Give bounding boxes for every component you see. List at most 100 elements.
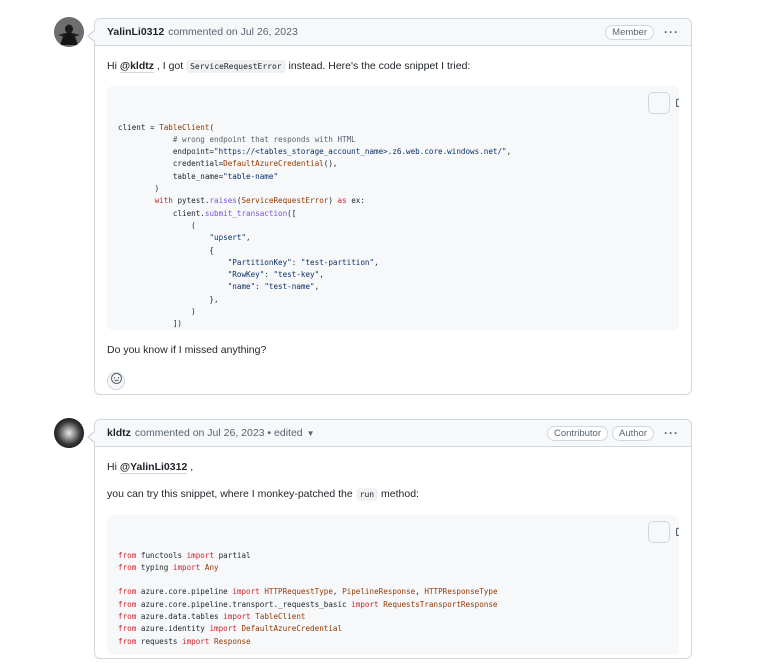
copy-button[interactable] — [648, 92, 679, 114]
add-reaction-button[interactable] — [107, 372, 125, 390]
code-token: ( — [118, 220, 196, 230]
mention-link[interactable]: @kldtz — [119, 60, 154, 73]
code-token: : — [255, 282, 265, 292]
copy-icon — [630, 86, 679, 123]
copy-button[interactable] — [648, 521, 679, 543]
code-token: ex: — [346, 196, 365, 206]
code-line: credential=DefaultAzureCredential(), — [118, 158, 668, 170]
code-block-2: from functools import partial from typing… — [107, 515, 679, 655]
code-token: PipelineResponse — [342, 587, 416, 597]
code-token: , — [332, 587, 343, 597]
code-token: from — [118, 562, 137, 572]
code-line: client.submit_transaction([ — [118, 208, 668, 220]
code-line: with pytest.raises(ServiceRequestError) … — [118, 195, 668, 207]
member-badge: Member — [605, 24, 654, 40]
code-token: , — [506, 147, 512, 157]
contributor-badge: Contributor — [547, 425, 608, 441]
code-token: TableClient — [255, 612, 306, 622]
code-content: client = TableClient( # wrong endpoint t… — [118, 122, 668, 330]
code-token: import — [232, 587, 260, 597]
code-token: # wrong endpoint that responds with HTML — [172, 134, 356, 144]
code-token: , — [374, 257, 379, 267]
body-text: , I got — [156, 60, 184, 72]
code-token: ServiceRequestError — [241, 196, 329, 206]
code-token: ( — [209, 122, 215, 132]
code-line: "upsert", — [118, 232, 668, 244]
code-token: "PartitionKey" — [227, 257, 292, 267]
code-token: azure.core.pipeline — [136, 587, 233, 597]
code-token: DefaultAzureCredential — [241, 624, 343, 634]
code-token: "https://<tables_storage_account_name>.z… — [214, 147, 507, 157]
code-line: from azure.core.pipeline.transport._requ… — [118, 599, 668, 611]
code-token: Response — [214, 636, 251, 646]
code-token: with — [154, 196, 173, 206]
code-token: import — [209, 624, 237, 634]
smiley-icon — [110, 373, 122, 389]
code-token: ]) — [118, 319, 183, 329]
code-token: ) — [328, 196, 338, 206]
code-token: client = — [118, 122, 160, 132]
body-text: , — [190, 461, 194, 473]
avatar-yalinli0312[interactable] — [54, 17, 84, 47]
code-token: "test-partition" — [300, 257, 375, 267]
comment-meta[interactable]: commented on Jul 26, 2023 • edited — [135, 427, 303, 439]
greeting-text: Hi — [107, 461, 117, 473]
code-token: endpoint= — [118, 147, 215, 157]
code-line: "PartitionKey": "test-partition", — [118, 257, 668, 269]
mention-link[interactable]: @YalinLi0312 — [119, 461, 188, 474]
comment-header: YalinLi0312 commented on Jul 26, 2023 Me… — [95, 19, 691, 46]
caret-down-icon[interactable]: ▼ — [307, 429, 315, 438]
comment-meta[interactable]: commented on Jul 26, 2023 — [168, 26, 298, 38]
code-line: from typing import Any — [118, 562, 668, 574]
code-line: ) — [118, 306, 668, 318]
comment-card-2: kldtz commented on Jul 26, 2023 • edited… — [87, 419, 692, 659]
code-token: "name" — [227, 282, 256, 292]
code-line: ]) — [118, 318, 668, 330]
inline-code: run — [355, 488, 379, 501]
code-token: "test-name" — [264, 282, 315, 292]
code-block-1: client = TableClient( # wrong endpoint t… — [107, 86, 679, 330]
code-token: HTTPResponseType — [424, 587, 498, 597]
code-token: from — [118, 587, 137, 597]
avatar-kldtz[interactable] — [54, 418, 84, 448]
code-line: # wrong endpoint that responds with HTML — [118, 134, 668, 146]
kebab-icon[interactable]: ··· — [664, 25, 679, 39]
comment-author[interactable]: YalinLi0312 — [107, 26, 164, 38]
code-line: from requests import Response — [118, 636, 668, 648]
comment-body: Hi @kldtz , I got ServiceRequestError in… — [95, 46, 691, 400]
comment-card-1: YalinLi0312 commented on Jul 26, 2023 Me… — [87, 18, 692, 395]
comment-header: kldtz commented on Jul 26, 2023 • edited… — [95, 420, 691, 447]
code-line: table_name="table-name" — [118, 171, 668, 183]
code-token: as — [337, 196, 347, 206]
body-text: instead. Here's the code snippet I tried… — [288, 60, 471, 72]
code-token: }, — [118, 294, 219, 304]
comment-author[interactable]: kldtz — [107, 427, 131, 439]
code-token: credential= — [118, 159, 224, 169]
code-token: from — [118, 599, 137, 609]
code-token: Any — [204, 562, 219, 572]
body-text: you can try this snippet, where I monkey… — [107, 488, 353, 500]
code-token: "test-key" — [273, 270, 320, 280]
code-token: partial — [214, 550, 251, 560]
code-token: , — [314, 282, 320, 292]
code-line: from azure.core.pipeline import HTTPRequ… — [118, 586, 668, 598]
code-token: submit_transaction — [204, 208, 288, 218]
code-token: (), — [323, 159, 338, 169]
code-line: client = TableClient( — [118, 122, 668, 134]
code-line: from functools import partial — [118, 550, 668, 562]
code-token: import — [351, 599, 379, 609]
kebab-icon[interactable]: ··· — [664, 426, 679, 440]
code-token: functools — [136, 550, 187, 560]
code-line: from azure.data.tables import TableClien… — [118, 611, 668, 623]
code-token: DefaultAzureCredential — [223, 159, 324, 169]
code-line: from azure.identity import DefaultAzureC… — [118, 623, 668, 635]
code-token: from — [118, 612, 137, 622]
code-token: ) — [118, 307, 196, 317]
code-token: typing — [136, 562, 173, 572]
code-token: import — [223, 612, 251, 622]
code-token: ) — [118, 184, 160, 194]
code-token: azure.data.tables — [136, 612, 224, 622]
